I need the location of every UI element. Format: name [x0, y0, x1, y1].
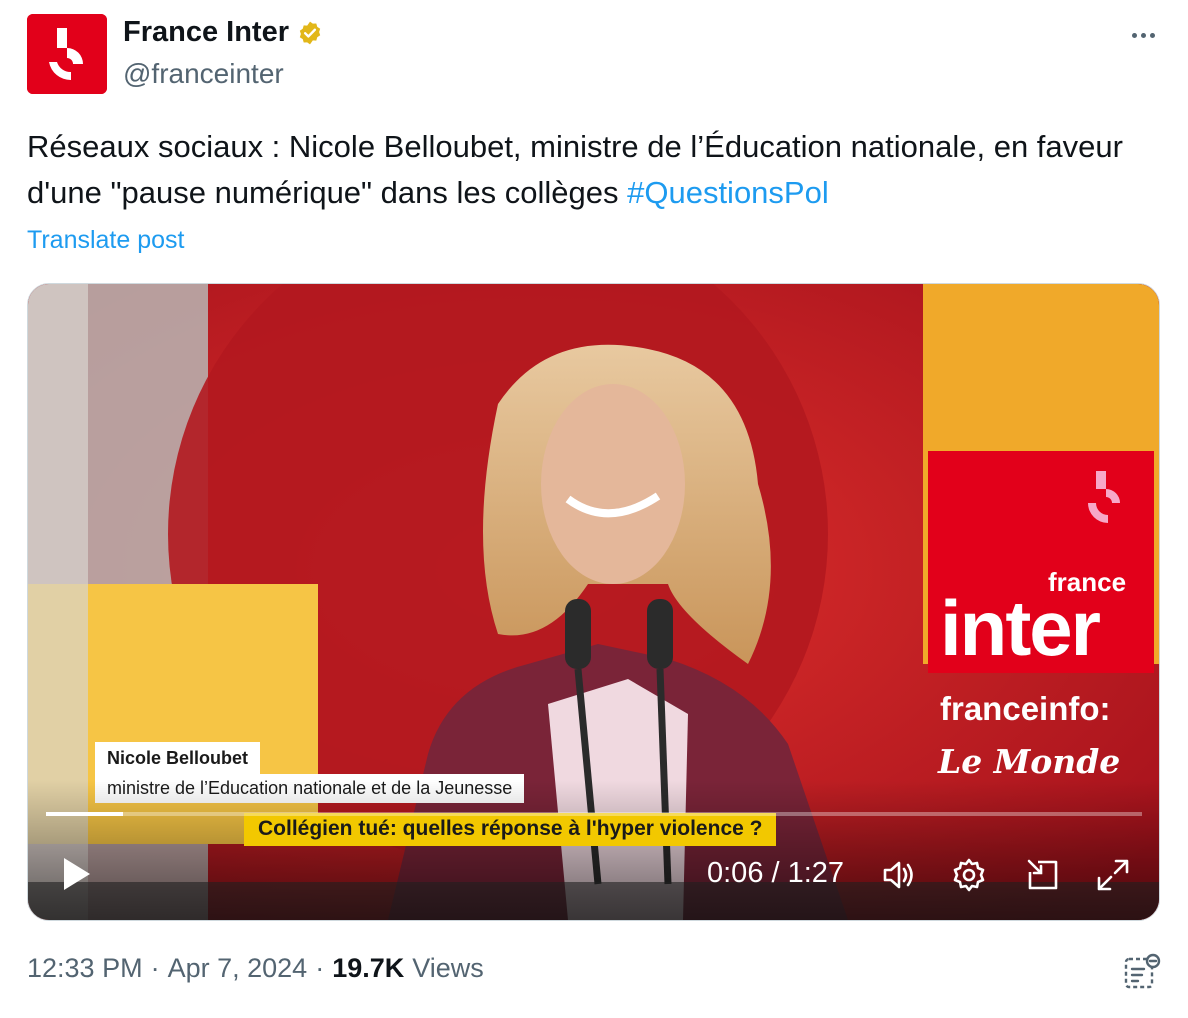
tweet-time[interactable]: 12:33 PM [27, 953, 143, 984]
verified-badge-icon [299, 21, 321, 44]
volume-icon[interactable] [880, 856, 918, 894]
france-inter-brand-panel: france inter [928, 451, 1154, 673]
video-player[interactable]: france inter franceinfo: Le Monde Nicole… [27, 283, 1160, 921]
dot [1140, 32, 1146, 38]
account-handle[interactable]: @franceinter [123, 58, 284, 90]
dot [1131, 32, 1137, 38]
franceinfo-logo: franceinfo: [940, 690, 1111, 727]
dot [1149, 32, 1155, 38]
account-name-row[interactable]: France Inter [123, 16, 323, 49]
translate-post-link[interactable]: Translate post [27, 226, 184, 255]
picture-in-picture-icon[interactable] [1024, 856, 1062, 894]
france-inter-mark-icon [1088, 471, 1120, 523]
video-headline: Collégien tué: quelles réponse à l'hyper… [244, 813, 777, 846]
video-progress-fill [46, 812, 123, 816]
le-monde-logo: Le Monde [938, 742, 1121, 781]
video-progress-bar[interactable] [46, 812, 1142, 816]
hashtag-link[interactable]: #QuestionsPol [627, 175, 829, 210]
meta-separator: · [315, 953, 325, 983]
more-dots-icon[interactable] [1126, 18, 1160, 52]
settings-gear-icon[interactable] [950, 856, 988, 894]
fullscreen-icon[interactable] [1094, 856, 1132, 894]
tweet-meta: 12:33 PM · Apr 7, 2024 · 19.7K Views [27, 953, 484, 984]
lower-third-name: Nicole Belloubet [95, 742, 261, 774]
tweet-date[interactable]: Apr 7, 2024 [168, 953, 308, 984]
analytics-icon[interactable] [1122, 951, 1162, 991]
tweet-text: Réseaux sociaux : Nicole Belloubet, mini… [27, 124, 1162, 216]
france-inter-logo-icon [27, 14, 107, 94]
account-avatar[interactable] [27, 14, 107, 94]
brand-inter-label: inter [940, 584, 1101, 672]
display-name[interactable]: France Inter [123, 16, 289, 49]
video-time: 0:06 / 1:27 [707, 857, 845, 889]
tweet-body: Réseaux sociaux : Nicole Belloubet, mini… [27, 129, 1123, 210]
meta-separator: · [150, 953, 160, 983]
views-count: 19.7K [332, 953, 405, 983]
controls-gradient [28, 780, 1159, 920]
play-icon[interactable] [56, 854, 96, 894]
views-label: Views [412, 953, 484, 983]
